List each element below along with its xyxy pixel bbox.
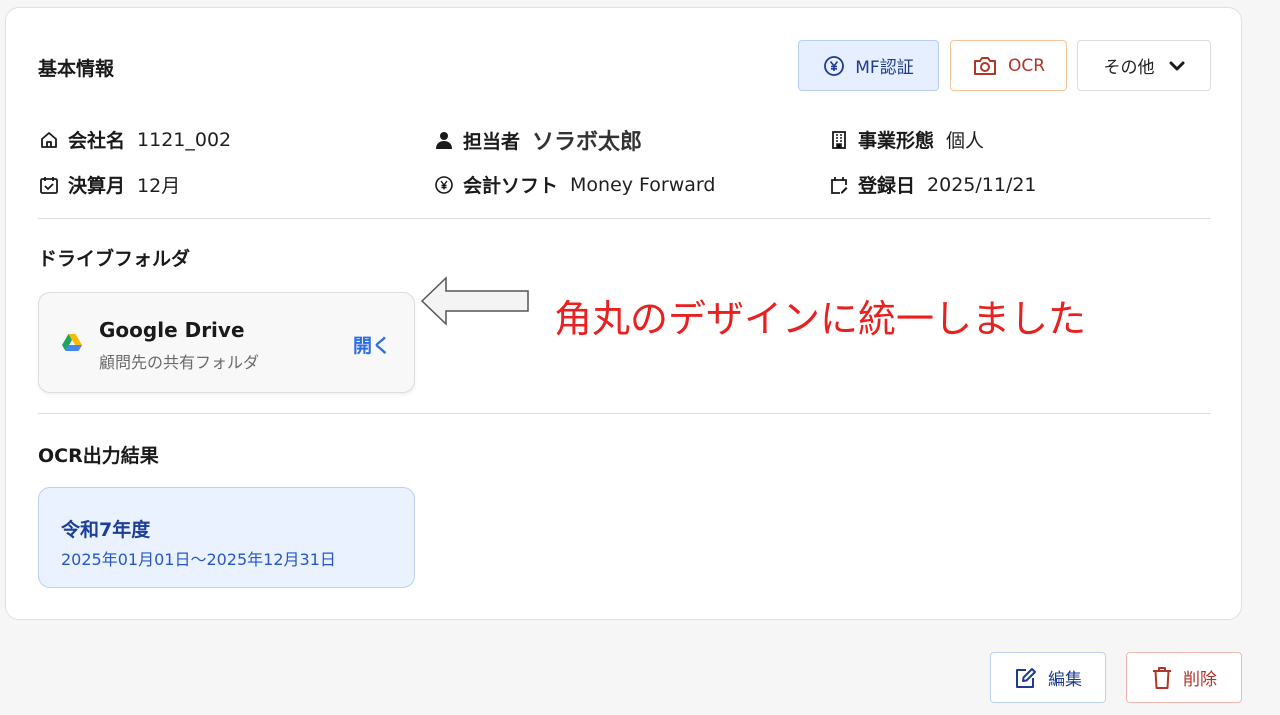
fiscal-month-field: 決算月 12月 (38, 171, 180, 198)
annotation-arrow-icon (420, 276, 529, 326)
delete-label: 削除 (1183, 670, 1217, 690)
yen-circle-icon (433, 174, 455, 196)
trash-icon (1153, 666, 1171, 689)
ocr-result-card[interactable]: 令和7年度 2025年01月01日〜2025年12月31日 (38, 487, 415, 588)
business-type-value: 個人 (946, 130, 985, 152)
person-value: ソラボ太郎 (532, 130, 643, 155)
ocr-year: 令和7年度 (61, 519, 151, 541)
mf-auth-label: MF認証 (855, 58, 914, 78)
ocr-date-range: 2025年01月01日〜2025年12月31日 (61, 550, 336, 569)
google-drive-card[interactable]: Google Drive 顧問先の共有フォルダ 開く (38, 292, 415, 393)
drive-subtitle: 顧問先の共有フォルダ (99, 353, 260, 372)
edit-icon (1016, 667, 1036, 688)
registered-label: 登録日 (858, 175, 916, 197)
basic-info-card: 基本情報 MF認証 OCR その他 会社名 1121_002 担当者 ソラボ太郎… (5, 7, 1242, 620)
other-label: その他 (1103, 58, 1155, 78)
software-value: Money Forward (570, 173, 716, 196)
yen-circle-icon (824, 55, 845, 76)
fiscal-month-value: 12月 (137, 175, 181, 197)
ocr-label: OCR (1007, 55, 1046, 76)
registered-field: 登録日 2025/11/21 (828, 171, 1037, 198)
edit-label: 編集 (1048, 670, 1082, 690)
delete-button[interactable]: 削除 (1126, 652, 1242, 703)
business-type-label: 事業形態 (858, 130, 935, 152)
company-field: 会社名 1121_002 (38, 126, 231, 153)
other-menu-button[interactable]: その他 (1077, 40, 1211, 91)
ocr-button[interactable]: OCR (950, 40, 1067, 91)
registered-value: 2025/11/21 (927, 173, 1037, 196)
drive-open-link[interactable]: 開く (353, 331, 391, 358)
home-icon (38, 129, 60, 151)
divider (38, 413, 1211, 414)
mf-auth-button[interactable]: MF認証 (798, 40, 939, 91)
drive-name: Google Drive (99, 318, 245, 342)
fiscal-month-label: 決算月 (68, 175, 126, 197)
chevron-down-icon (1169, 61, 1184, 70)
person-field: 担当者 ソラボ太郎 (433, 124, 642, 156)
calendar-check-icon (38, 174, 60, 196)
annotation-text: 角丸のデザインに統一しました (554, 297, 1087, 341)
drive-folder-title: ドライブフォルダ (38, 248, 191, 270)
camera-icon (973, 56, 996, 75)
software-label: 会計ソフト (463, 175, 559, 197)
basic-info-title: 基本情報 (38, 58, 115, 80)
person-label: 担当者 (463, 130, 521, 153)
ocr-results-title: OCR出力結果 (38, 445, 159, 467)
calendar-edit-icon (828, 174, 850, 196)
divider (38, 218, 1211, 219)
company-label: 会社名 (68, 130, 126, 152)
business-type-field: 事業形態 個人 (828, 126, 984, 153)
google-drive-icon (62, 334, 82, 351)
edit-button[interactable]: 編集 (990, 652, 1106, 703)
company-value: 1121_002 (137, 128, 232, 151)
software-field: 会計ソフト Money Forward (433, 171, 715, 198)
person-icon (433, 129, 455, 151)
building-icon (828, 129, 850, 151)
